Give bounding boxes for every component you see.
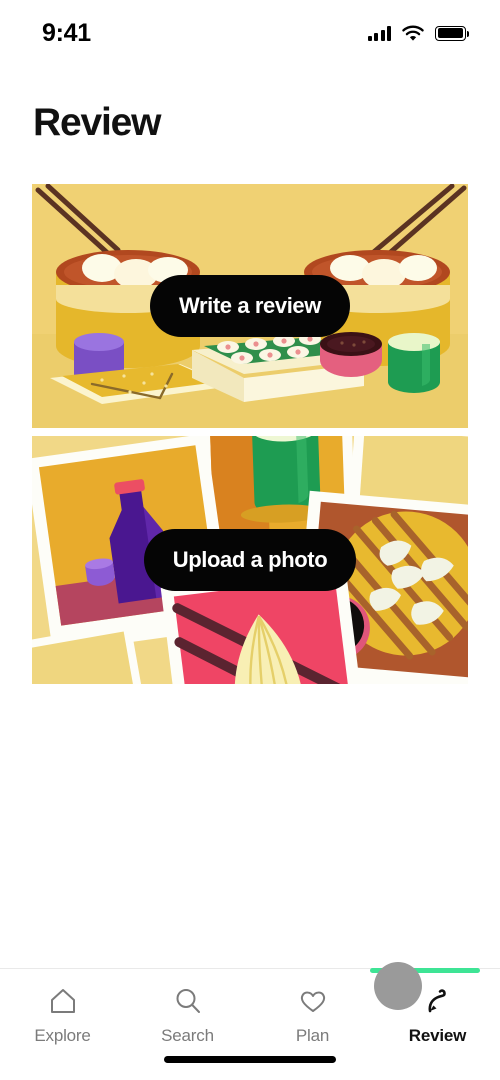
bottom-navigation-bar: Explore Search Plan Review <box>0 968 500 1080</box>
home-icon <box>50 989 75 1013</box>
pen-icon <box>428 989 446 1013</box>
upload-photo-card[interactable]: Upload a photo <box>32 436 468 684</box>
status-bar-time: 9:41 <box>42 18 91 47</box>
tab-review-label: Review <box>408 1026 467 1045</box>
write-review-card[interactable]: Write a review <box>32 184 468 428</box>
phone-screen: 9:41 Review Write a review Upload a phot… <box>0 0 500 1080</box>
page-title: Review <box>33 101 161 144</box>
tab-explore[interactable]: Explore <box>0 985 125 1046</box>
status-bar-icons <box>367 25 470 42</box>
cellular-signal-icon <box>367 25 391 41</box>
heart-icon <box>300 991 325 1012</box>
tab-search[interactable]: Search <box>125 985 250 1046</box>
home-indicator <box>164 1056 336 1063</box>
tab-plan-label: Plan <box>295 1026 330 1045</box>
write-a-review-button[interactable]: Write a review <box>150 275 350 337</box>
search-icon <box>176 989 200 1013</box>
battery-full-icon <box>435 25 470 41</box>
tab-explore-label: Explore <box>34 1026 91 1045</box>
tap-target-circle <box>374 962 422 1010</box>
tab-plan[interactable]: Plan <box>250 985 375 1046</box>
upload-a-photo-button[interactable]: Upload a photo <box>144 529 356 591</box>
tab-search-label: Search <box>161 1026 214 1045</box>
wifi-icon <box>402 25 424 41</box>
status-bar: 9:41 <box>0 0 500 62</box>
